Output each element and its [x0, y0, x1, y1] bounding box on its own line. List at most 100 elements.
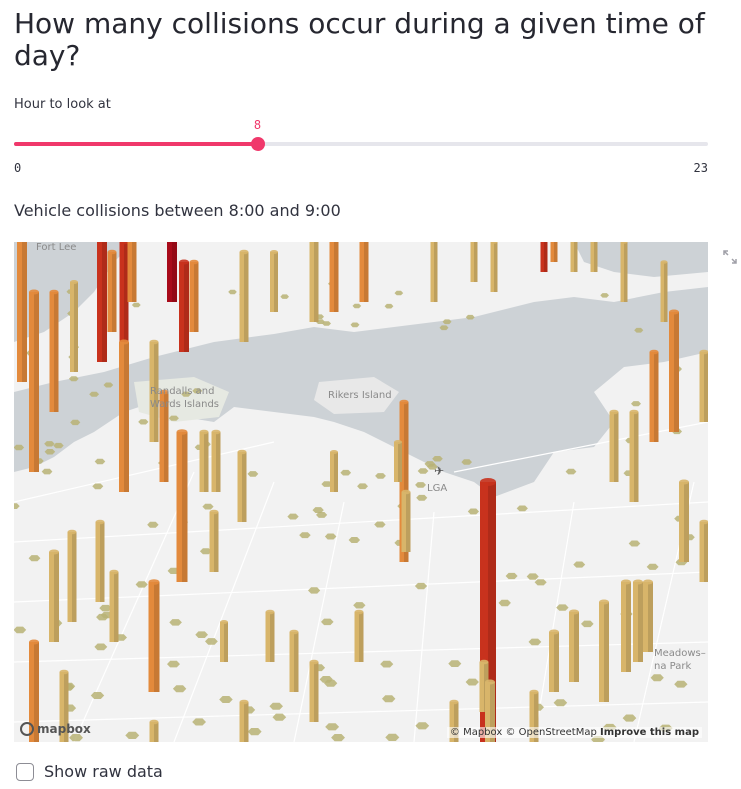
map-attribution: © Mapbox © OpenStreetMap Improve this ma… — [446, 727, 702, 738]
column-shade — [359, 612, 364, 662]
column-shade — [638, 582, 643, 662]
attribution-osm[interactable]: © OpenStreetMap — [505, 727, 596, 738]
attribution-mapbox[interactable]: © Mapbox — [450, 727, 502, 738]
improve-map-link[interactable]: Improve this map — [600, 727, 699, 738]
map-label-wards: Wards Islands — [150, 399, 220, 410]
collision-column — [329, 242, 339, 312]
column-shade — [216, 432, 221, 492]
column-cap — [107, 249, 117, 255]
column-cap — [239, 249, 249, 255]
collision-column — [660, 260, 668, 322]
slider-max-label: 23 — [693, 161, 708, 175]
column-shade — [704, 352, 708, 422]
column-shade — [22, 242, 27, 382]
collision-column — [119, 339, 129, 492]
collision-column — [669, 309, 679, 432]
map-label-meadows: Meadows– — [654, 648, 706, 659]
collision-column — [148, 579, 160, 692]
column-shade — [704, 522, 708, 582]
column-cap — [29, 639, 39, 645]
map-canvas[interactable] — [14, 242, 708, 742]
collision-column — [570, 242, 578, 272]
collision-column — [394, 440, 402, 482]
column-shade — [684, 482, 689, 562]
fullscreen-icon[interactable] — [722, 249, 738, 265]
column-shade — [594, 242, 598, 272]
column-shade — [648, 582, 653, 652]
column-shade — [574, 612, 579, 682]
collision-column — [649, 349, 659, 442]
collision-column — [199, 429, 209, 492]
column-shade — [194, 262, 199, 332]
column-cap — [485, 679, 495, 685]
chart-subheader: Vehicle collisions between 8:00 and 9:00 — [14, 201, 341, 220]
collision-map[interactable]: Fort Lee Randalls and Wards Islands Rike… — [14, 242, 708, 742]
column-shade — [112, 252, 117, 332]
column-cap — [669, 309, 679, 315]
page-title: How many collisions occur during a given… — [14, 7, 705, 72]
column-shade — [544, 242, 548, 272]
column-shade — [74, 282, 78, 372]
column-cap — [179, 259, 189, 265]
collision-column — [550, 242, 558, 262]
column-cap — [109, 569, 119, 575]
column-shade — [34, 292, 39, 472]
column-cap — [119, 339, 129, 345]
collision-column — [599, 599, 609, 702]
column-shade — [494, 242, 498, 292]
show-raw-data-checkbox[interactable] — [16, 762, 34, 781]
column-shade — [554, 632, 559, 692]
mapbox-logo[interactable]: mapbox — [20, 722, 91, 736]
collision-column — [359, 242, 369, 302]
column-shade — [398, 442, 402, 482]
column-cap — [265, 609, 275, 615]
column-cap — [529, 689, 539, 695]
collision-column — [49, 289, 59, 412]
column-shade — [182, 432, 188, 582]
column-cap — [621, 579, 631, 585]
collision-column — [699, 519, 708, 582]
column-shade — [224, 622, 228, 662]
mapbox-logo-text: mapbox — [37, 722, 91, 736]
column-cap — [95, 519, 105, 525]
collision-column — [95, 519, 105, 602]
column-cap — [189, 259, 199, 265]
collision-column — [540, 242, 548, 272]
column-shade — [102, 242, 107, 362]
column-cap — [643, 579, 653, 585]
collision-column — [309, 242, 319, 322]
column-cap — [49, 549, 59, 555]
collision-column — [569, 609, 579, 682]
column-shade — [214, 512, 219, 572]
collision-column — [70, 280, 78, 372]
column-cap — [29, 289, 39, 295]
column-cap — [679, 479, 689, 485]
collision-column — [265, 609, 275, 662]
column-cap — [70, 280, 78, 284]
column-shade — [614, 412, 619, 482]
column-cap — [480, 478, 496, 486]
column-shade — [244, 252, 249, 342]
slider-label: Hour to look at — [14, 97, 111, 112]
column-cap — [479, 659, 489, 665]
slider-thumb[interactable] — [250, 137, 265, 151]
column-cap — [629, 409, 639, 415]
column-cap — [633, 579, 643, 585]
collision-column — [220, 620, 228, 662]
column-cap — [401, 489, 411, 495]
column-cap — [599, 599, 609, 605]
show-raw-data-row[interactable]: Show raw data — [16, 762, 163, 781]
column-cap — [449, 699, 459, 705]
collision-column — [609, 409, 619, 482]
collision-column — [17, 242, 27, 382]
collision-column — [239, 249, 249, 342]
column-cap — [660, 260, 668, 264]
column-cap — [354, 609, 364, 615]
collision-column — [29, 289, 39, 472]
collision-column — [354, 609, 364, 662]
collision-column — [470, 242, 478, 282]
column-shade — [654, 352, 659, 442]
hour-slider[interactable]: 8 0 23 — [14, 112, 708, 175]
collision-column — [633, 579, 643, 662]
column-shade — [634, 412, 639, 502]
